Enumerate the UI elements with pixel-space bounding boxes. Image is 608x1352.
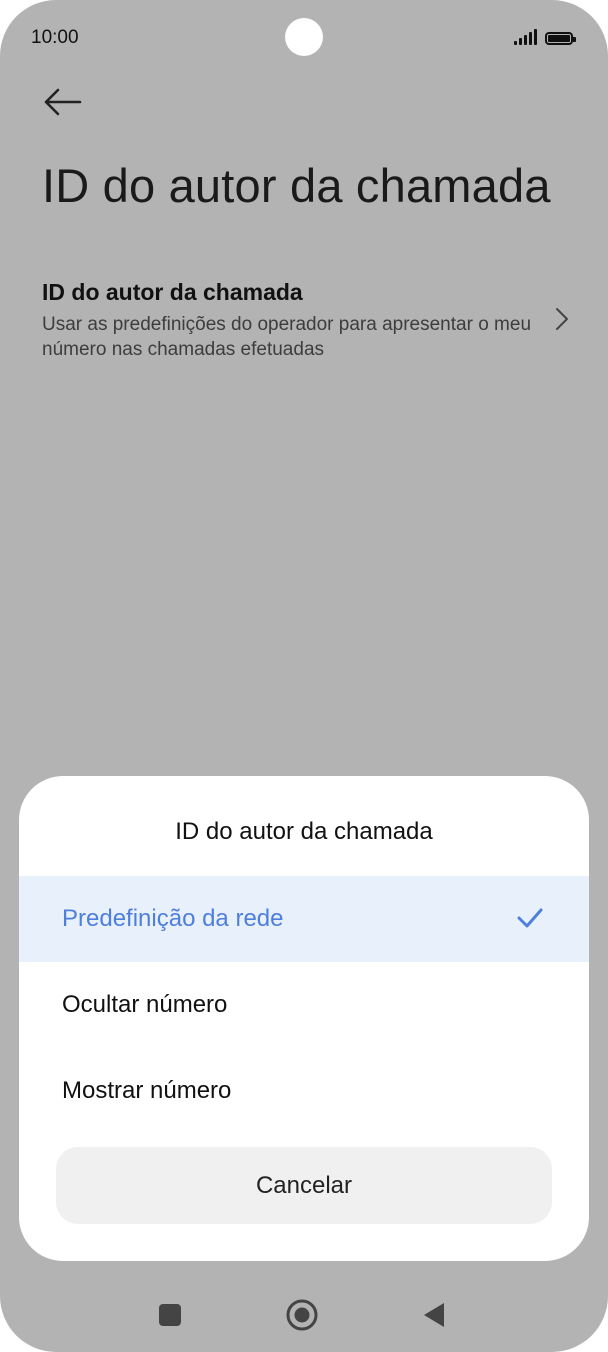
option-hide-number[interactable]: Ocultar número [19, 962, 589, 1048]
sheet-title: ID do autor da chamada [175, 818, 433, 845]
status-bar: 10:00 [0, 0, 608, 76]
setting-description: Usar as predefinições do operador para a… [42, 314, 532, 360]
option-label: Mostrar número [62, 1077, 232, 1104]
option-label: Ocultar número [62, 991, 228, 1018]
setting-title: ID do autor da chamada [42, 279, 303, 305]
caller-id-setting-row[interactable]: ID do autor da chamada Usar as predefini… [42, 276, 572, 368]
square-icon[interactable] [158, 1303, 182, 1327]
back-button[interactable] [38, 82, 86, 122]
cancel-button[interactable]: Cancelar [56, 1147, 552, 1224]
option-show-number[interactable]: Mostrar número [19, 1048, 589, 1134]
check-icon [517, 908, 543, 928]
battery-icon [545, 32, 576, 45]
front-camera [285, 18, 323, 56]
navigation-bar [0, 1282, 608, 1348]
signal-icon [514, 29, 537, 45]
status-time: 10:00 [31, 27, 79, 48]
status-icons [514, 29, 576, 45]
option-network-default[interactable]: Predefinição da rede [19, 876, 589, 962]
circle-home-icon[interactable] [286, 1299, 318, 1331]
option-label: Predefinição da rede [62, 905, 284, 932]
page-title: ID do autor da chamada [42, 159, 551, 212]
arrow-left-icon [44, 88, 82, 116]
phone-screen: 10:00 ID do autor da chamada ID do autor… [0, 0, 608, 1352]
chevron-right-icon [556, 308, 568, 330]
caller-id-bottom-sheet: ID do autor da chamada Predefinição da r… [19, 776, 589, 1261]
triangle-back-icon[interactable] [422, 1301, 446, 1329]
